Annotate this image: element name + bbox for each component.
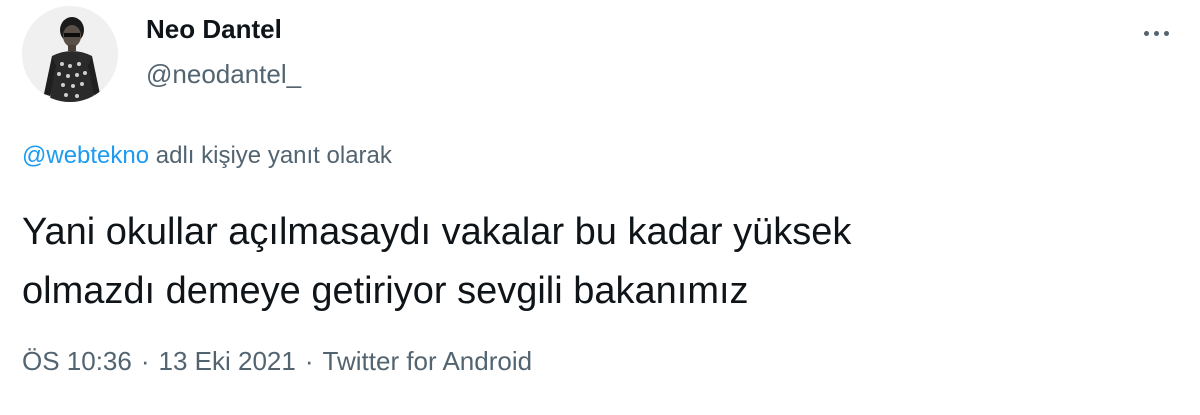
- more-horizontal-icon: [1153, 30, 1159, 36]
- display-name[interactable]: Neo Dantel: [146, 14, 282, 45]
- tweet-text: Yani okullar açılmasaydı vakalar bu kada…: [22, 211, 852, 312]
- meta-separator: ·: [304, 346, 314, 376]
- user-handle[interactable]: @neodantel_: [146, 59, 301, 90]
- reply-context-text: adlı kişiye yanıt olarak: [149, 142, 392, 169]
- tweet: Neo Dantel @neodantel_ @webtekno adlı ki…: [0, 0, 1200, 415]
- avatar[interactable]: [22, 6, 118, 102]
- reply-context: @webtekno adlı kişiye yanıt olarak: [22, 142, 392, 170]
- more-horizontal-icon: [1143, 30, 1149, 36]
- reply-mention-link[interactable]: @webtekno: [22, 142, 149, 169]
- more-options-button[interactable]: [1136, 18, 1176, 48]
- tweet-meta: ÖS 10:36 · 13 Eki 2021 · Twitter for Android: [22, 346, 532, 377]
- meta-separator: ·: [140, 346, 150, 376]
- profile-photo-icon: [22, 6, 118, 102]
- more-horizontal-icon: [1163, 30, 1169, 36]
- tweet-source-link[interactable]: Twitter for Android: [323, 346, 533, 376]
- tweet-time-link[interactable]: ÖS 10:36: [22, 346, 132, 376]
- tweet-date-link[interactable]: 13 Eki 2021: [159, 346, 296, 376]
